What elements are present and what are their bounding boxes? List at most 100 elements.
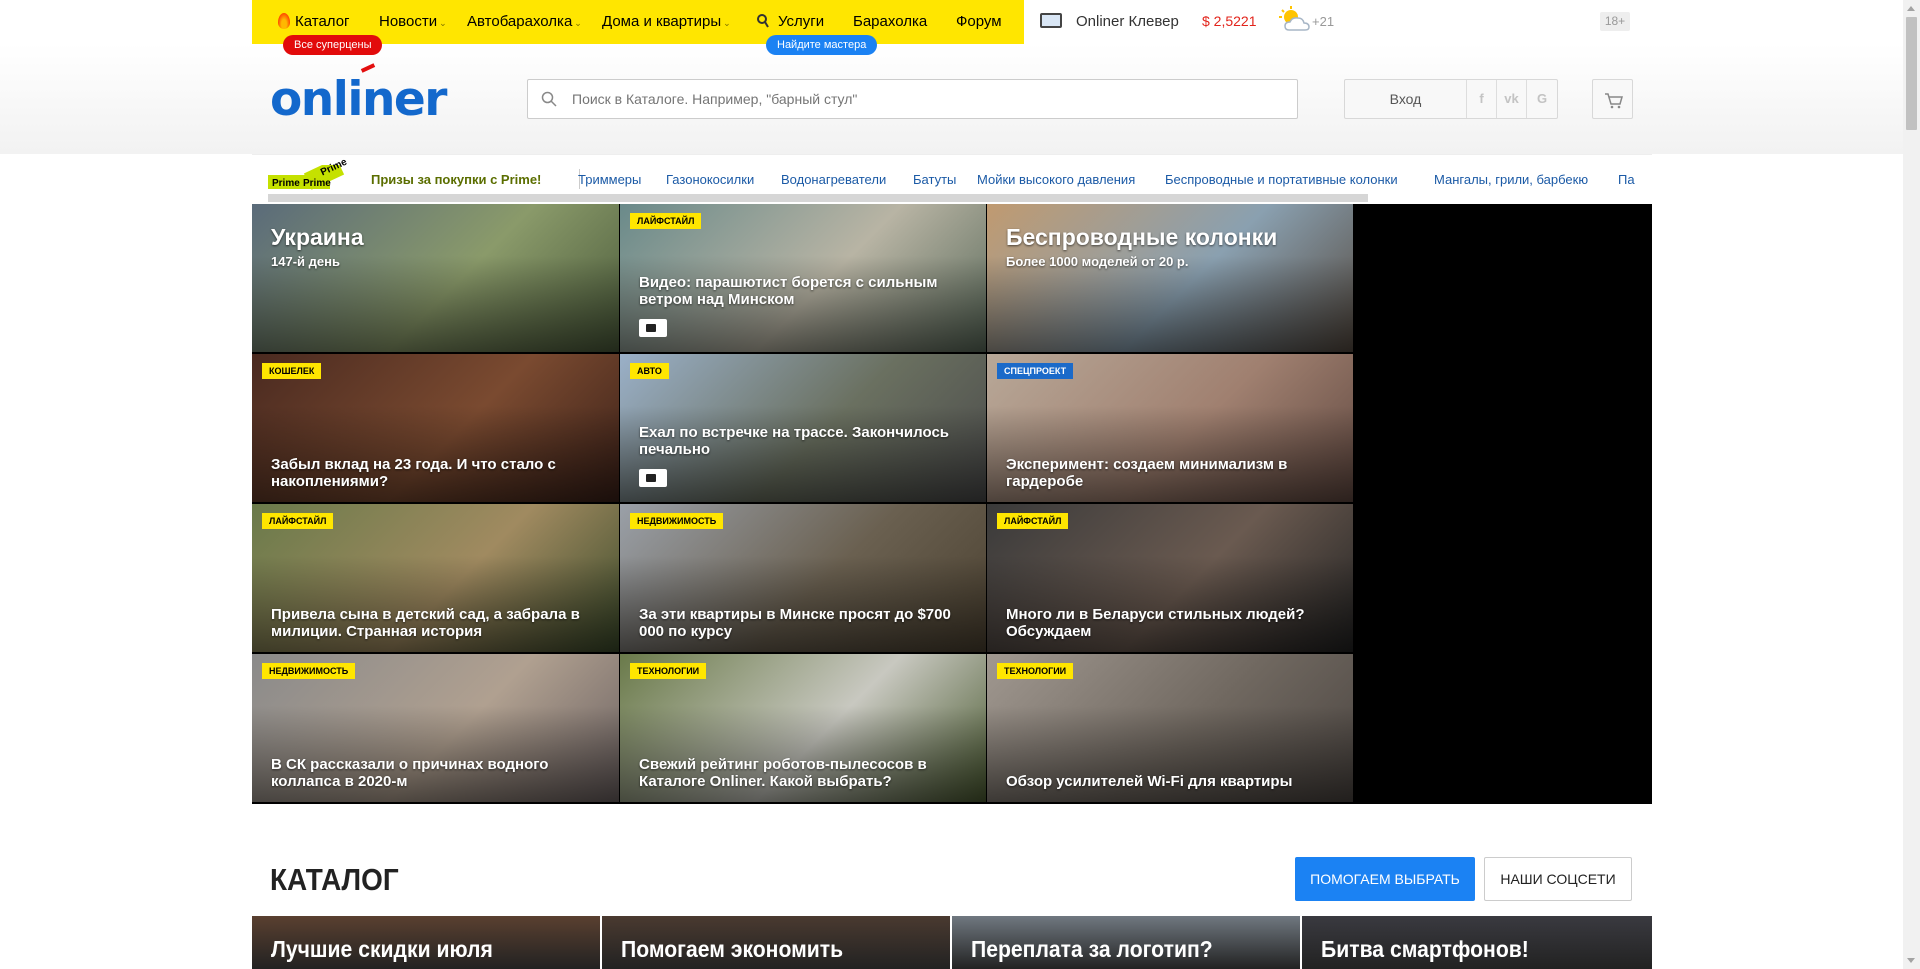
news-tag[interactable]: Кошелек — [262, 363, 322, 379]
tile-headline: Забыл вклад на 23 года. И что стало с на… — [271, 456, 556, 490]
news-tile[interactable]: Спецпроект Эксперимент: создаем минимализ… — [987, 354, 1353, 502]
news-tile[interactable]: Лайфстайл Привела сына в детский сад, а з… — [252, 504, 619, 652]
facebook-icon[interactable]: f — [1467, 80, 1497, 118]
news-tag[interactable]: Технологии — [997, 663, 1074, 679]
news-tag[interactable]: Лайфстайл — [997, 513, 1069, 529]
tile-headline: Видео: парашютист борется с сильным ветр… — [639, 274, 938, 308]
news-tile[interactable]: Недвижимость В СК рассказали о причинах в… — [252, 654, 619, 802]
news-tile[interactable]: Технологии Свежий рейтинг роботов-пылесос… — [620, 654, 986, 802]
weather-cloud-sun-icon — [1279, 6, 1310, 31]
onliner-logo[interactable]: onliner — [270, 72, 448, 127]
scroll-up-icon[interactable] — [1907, 6, 1915, 11]
cart-icon — [1605, 93, 1623, 109]
nav-catalog[interactable]: Каталог — [295, 13, 350, 30]
currency-rate[interactable]: $ 2,5221 — [1202, 13, 1257, 29]
catalog-promo-card[interactable]: Лучшие скидки июля — [252, 916, 600, 969]
news-tag[interactable]: Недвижимость — [262, 663, 356, 679]
login-button[interactable]: Вход — [1345, 80, 1467, 118]
scrollbar-thumb[interactable] — [1906, 17, 1917, 130]
page-scrollbar[interactable] — [1903, 0, 1920, 969]
tile-headline: Привела сына в детский сад, а забрала в … — [271, 606, 580, 640]
temperature[interactable]: +21 — [1312, 14, 1334, 29]
category-link[interactable]: Па — [1618, 172, 1635, 187]
promo-title: Переплата за логотип? — [971, 936, 1213, 962]
news-tile[interactable]: Кошелек Забыл вклад на 23 года. И что ста… — [252, 354, 619, 502]
news-tile[interactable]: Технологии Обзор усилителей Wi-Fi для ква… — [987, 654, 1353, 802]
chevron-down-icon: ⌄ — [439, 18, 447, 28]
news-grid: Украина 147-й день Лайфстайл Видео: парашют… — [252, 204, 1652, 804]
age-badge: 18+ — [1600, 12, 1630, 31]
news-tile[interactable]: Лайфстайл Много ли в Беларуси стильных лю… — [987, 504, 1353, 652]
chevron-down-icon: ⌄ — [723, 18, 731, 28]
nav-forum[interactable]: Форум — [956, 13, 1002, 30]
prime-promo-link[interactable]: Призы за покупки с Prime! — [371, 172, 541, 187]
news-tile[interactable]: Авто Ехал по встречке на трассе. Закончил… — [620, 354, 986, 502]
search-input[interactable] — [572, 89, 1272, 109]
tile-headline: Украина — [271, 224, 364, 250]
tile-headline: Эксперимент: создаем минимализм в гардер… — [1006, 456, 1288, 490]
google-icon[interactable]: G — [1527, 80, 1557, 118]
news-tile[interactable]: Украина 147-й день — [252, 204, 619, 352]
fire-icon — [278, 13, 290, 29]
superprices-pill[interactable]: Все суперцены — [283, 35, 383, 55]
nav-auto-label: Автобарахолка — [467, 13, 573, 30]
news-tile[interactable]: Лайфстайл Видео: парашютист борется с сил… — [620, 204, 986, 352]
nav-baraholka-label: Барахолка — [853, 13, 928, 30]
scroll-down-icon[interactable] — [1907, 958, 1915, 963]
catalog-heading: КАТАЛОГ — [270, 862, 399, 897]
help-choose-button[interactable]: ПОМОГАЕМ ВЫБРАТЬ — [1295, 857, 1475, 901]
nav-catalog-label: Каталог — [295, 13, 350, 30]
news-tag[interactable]: Лайфстайл — [630, 213, 702, 229]
news-tag[interactable]: Лайфстайл — [262, 513, 334, 529]
tile-subtitle: 147-й день — [271, 254, 340, 269]
nav-auto[interactable]: Автобарахолка ⌄ — [467, 13, 582, 30]
category-link[interactable]: Батуты — [913, 172, 956, 187]
catalog-promo-card[interactable]: Битва смартфонов! — [1302, 916, 1652, 969]
nav-baraholka[interactable]: Барахолка — [853, 13, 927, 30]
cart-button[interactable] — [1592, 79, 1633, 119]
social-networks-button[interactable]: НАШИ СОЦСЕТИ — [1484, 857, 1632, 901]
category-link[interactable]: Триммеры — [578, 172, 641, 187]
category-link[interactable]: Газонокосилки — [666, 172, 754, 187]
nav-news[interactable]: Новости ⌄ — [379, 13, 447, 30]
catalog-promo-card[interactable]: Переплата за логотип? — [952, 916, 1300, 969]
category-link[interactable]: Водонагреватели — [781, 172, 886, 187]
nav-news-label: Новости — [379, 13, 438, 30]
promo-title: Помогаем экономить — [621, 936, 844, 962]
category-scrollbar[interactable] — [268, 194, 1368, 202]
find-master-pill[interactable]: Найдите мастера — [766, 35, 878, 55]
tile-subtitle: Более 1000 моделей от 20 р. — [1006, 254, 1189, 269]
wrench-icon — [757, 14, 769, 28]
category-strip: Prime Prime Prime Призы за покупки с Pri… — [252, 154, 1652, 204]
category-link[interactable]: Мангалы, грили, барбекю — [1434, 172, 1588, 187]
search-bar[interactable] — [527, 79, 1298, 119]
clever-lottery-icon — [1040, 13, 1062, 28]
nav-services[interactable]: Услуги — [778, 13, 824, 30]
promo-title: Битва смартфонов! — [1321, 936, 1529, 962]
news-tag[interactable]: Спецпроект — [997, 363, 1074, 379]
prime-badge-label: Prime — [272, 178, 300, 189]
tile-headline: За эти квартиры в Минске просят до $700 … — [639, 606, 951, 640]
tile-headline: Беспроводные колонки — [1006, 224, 1278, 250]
news-tag[interactable]: Технологии — [630, 663, 707, 679]
news-tag[interactable]: Недвижимость — [630, 513, 724, 529]
login-group: Вход f vk G — [1344, 79, 1558, 119]
chevron-down-icon: ⌄ — [574, 18, 582, 28]
category-link[interactable]: Мойки высокого давления — [977, 172, 1135, 187]
promo-title: Лучшие скидки июля — [271, 936, 493, 962]
news-tile[interactable]: Недвижимость За эти квартиры в Минске про… — [620, 504, 986, 652]
vk-icon[interactable]: vk — [1497, 80, 1527, 118]
video-camera-icon — [639, 319, 667, 337]
catalog-promo-card[interactable]: Помогаем экономить — [602, 916, 950, 969]
nav-forum-label: Форум — [956, 13, 1002, 30]
tile-headline: В СК рассказали о причинах водного колла… — [271, 756, 549, 790]
news-tile[interactable]: Беспроводные колонки Более 1000 моделей о… — [987, 204, 1353, 352]
video-camera-icon — [639, 469, 667, 487]
tile-headline: Обзор усилителей Wi-Fi для квартиры — [1006, 773, 1293, 790]
news-tag[interactable]: Авто — [630, 363, 669, 379]
prime-badge-label-2: Prime — [303, 178, 331, 189]
category-link[interactable]: Беспроводные и портативные колонки — [1165, 172, 1398, 187]
nav-realty[interactable]: Дома и квартиры ⌄ — [602, 13, 731, 30]
clever-link[interactable]: Onliner Клевер — [1076, 13, 1179, 30]
tile-headline: Свежий рейтинг роботов-пылесосов в Катал… — [639, 756, 927, 790]
